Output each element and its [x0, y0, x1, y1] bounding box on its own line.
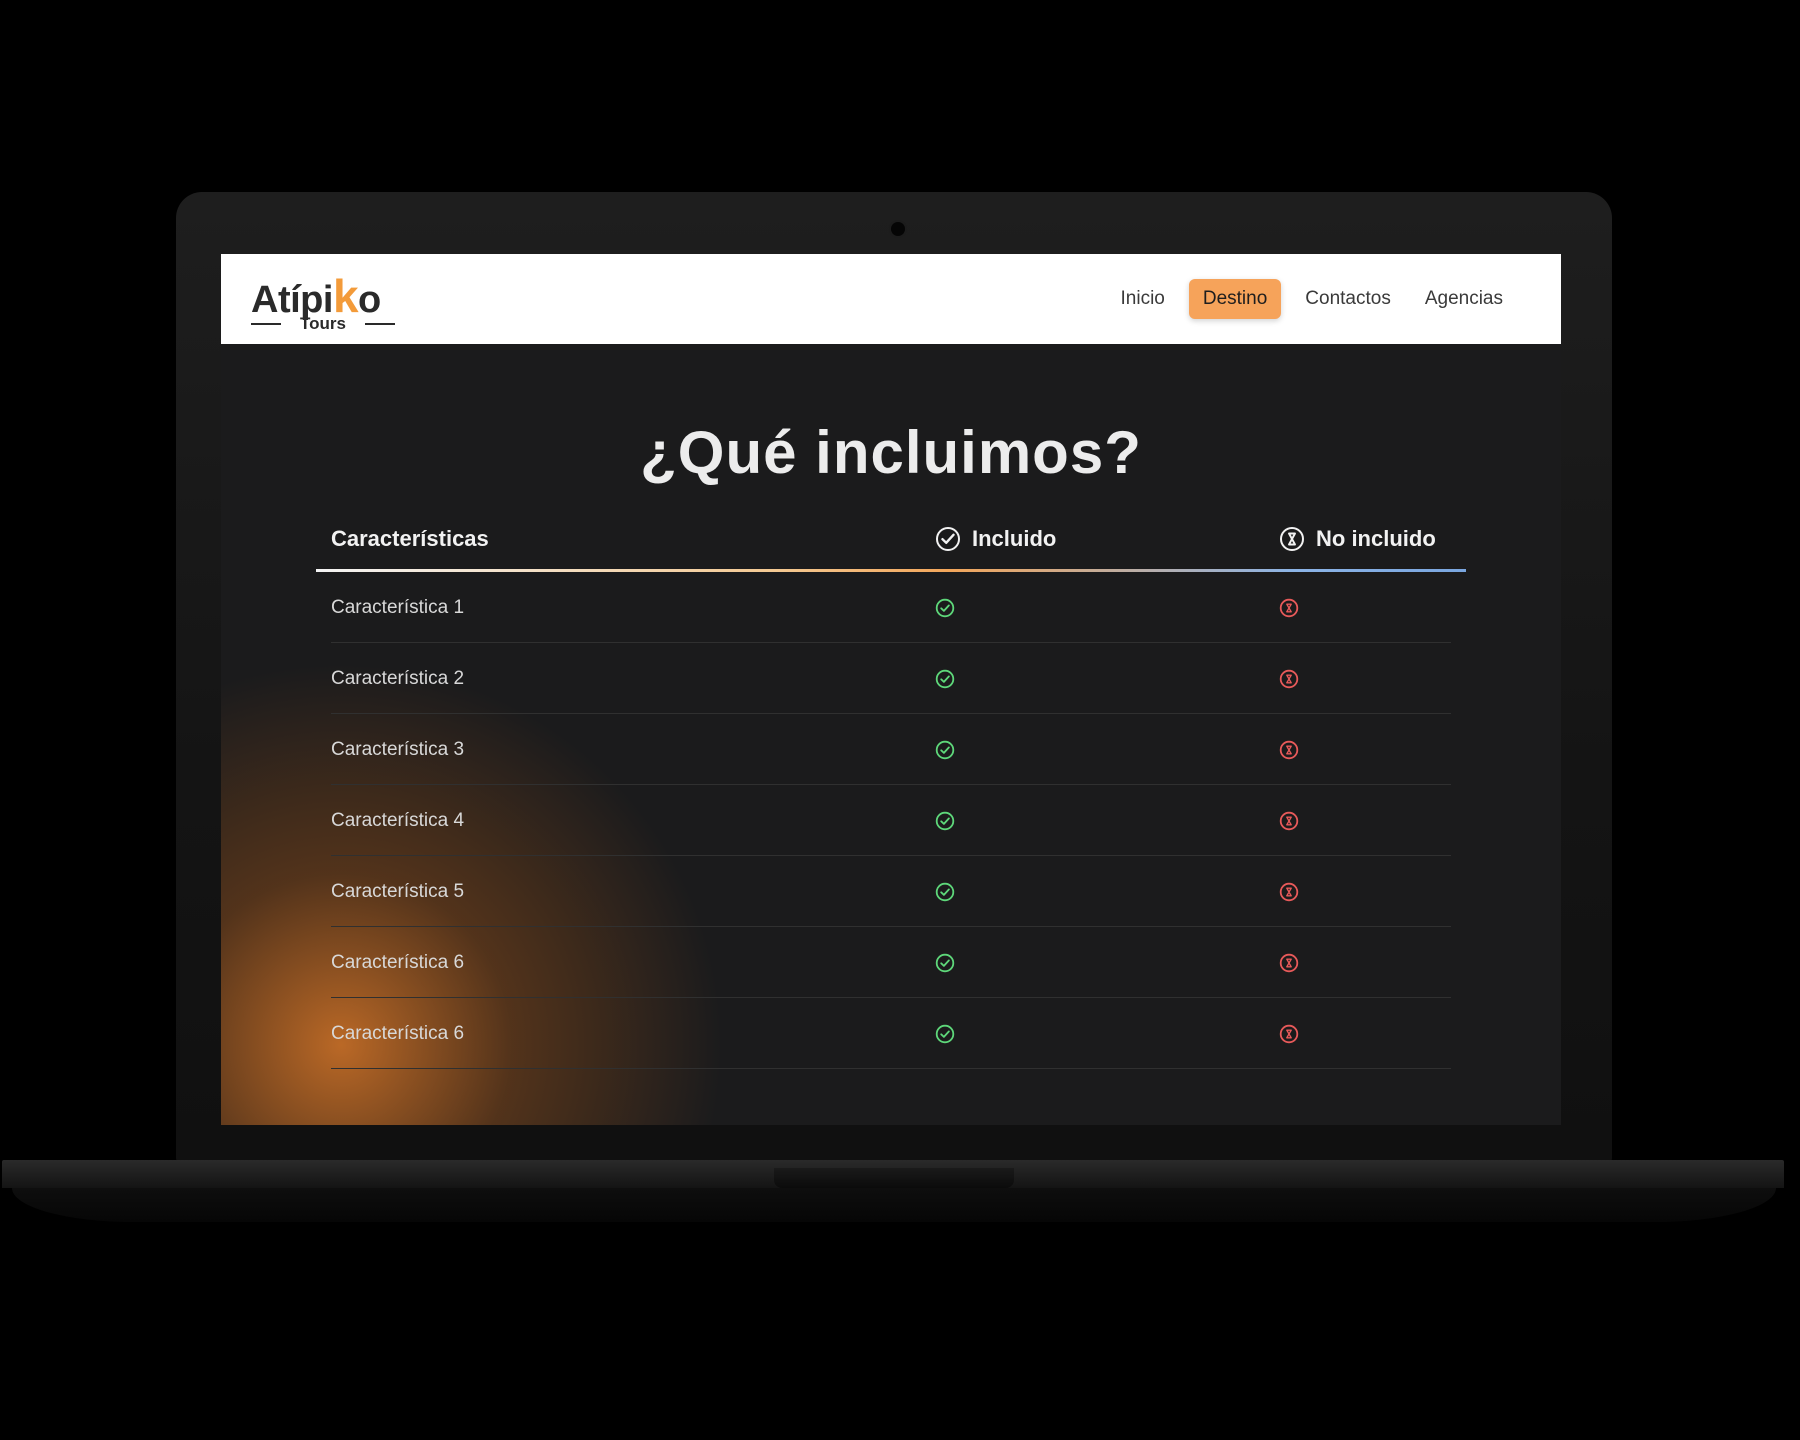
x-circle-icon: [1280, 527, 1304, 551]
check-circle-icon: [935, 882, 955, 902]
check-circle-icon: [935, 598, 955, 618]
browser-viewport: Atípiko Tours Inicio Destino Contactos Agen…: [221, 254, 1561, 1125]
column-header-not-included-label: No incluido: [1316, 526, 1436, 551]
feature-name: Característica 4: [331, 809, 465, 831]
feature-name: Característica 6: [331, 951, 465, 973]
x-circle-icon: [1279, 740, 1299, 760]
x-circle-icon: [1279, 669, 1299, 689]
nav-item-agencias[interactable]: Agencias: [1415, 279, 1513, 319]
brand-logo[interactable]: Atípiko Tours: [251, 272, 401, 334]
table-row: Característica 4: [316, 785, 1466, 856]
column-header-features: Características: [331, 524, 489, 554]
table-row: Característica 5: [316, 856, 1466, 927]
table-row: Característica 6: [316, 998, 1466, 1069]
table-row: Característica 6: [316, 927, 1466, 998]
column-header-features-label: Características: [331, 526, 489, 551]
check-circle-icon: [935, 1024, 955, 1044]
webcam-icon: [891, 222, 905, 236]
logo-rule-left: [251, 323, 281, 325]
page-title: ¿Qué incluimos?: [640, 419, 1142, 487]
feature-name: Característica 1: [331, 596, 465, 618]
logo-rule-right: [365, 323, 395, 325]
table-row: Característica 3: [316, 714, 1466, 785]
x-circle-icon: [1279, 811, 1299, 831]
x-circle-icon: [1279, 598, 1299, 618]
check-circle-icon: [935, 740, 955, 760]
logo-tagline: Tours: [300, 314, 346, 333]
check-circle-icon: [935, 953, 955, 973]
navbar: Atípiko Tours Inicio Destino Contactos Agen…: [221, 254, 1561, 344]
x-circle-icon: [1279, 1024, 1299, 1044]
feature-name: Característica 6: [331, 1022, 465, 1044]
column-header-not-included: No incluido: [1280, 524, 1436, 554]
nav-item-inicio[interactable]: Inicio: [1111, 279, 1175, 319]
table-header: Características Incluido No incluido: [316, 502, 1466, 572]
x-circle-icon: [1279, 953, 1299, 973]
feature-name: Característica 2: [331, 667, 465, 689]
check-circle-icon: [936, 527, 960, 551]
feature-name: Característica 5: [331, 880, 465, 902]
nav-item-destino[interactable]: Destino: [1188, 279, 1282, 319]
feature-name: Característica 3: [331, 738, 465, 760]
laptop-base-shadow: [12, 1188, 1776, 1222]
table-body: Característica 1 Característica 2 Caracter…: [316, 572, 1466, 1069]
main-nav: Inicio Destino Contactos Agencias: [1111, 278, 1514, 320]
x-circle-icon: [1279, 882, 1299, 902]
check-circle-icon: [935, 811, 955, 831]
column-header-included-label: Incluido: [972, 526, 1057, 551]
check-circle-icon: [935, 669, 955, 689]
logo-subline: Tours: [251, 314, 395, 334]
laptop-hinge-notch: [774, 1168, 1014, 1188]
features-table: Características Incluido No incluido Car…: [316, 502, 1466, 1069]
column-header-included: Incluido: [936, 524, 1056, 554]
table-row: Característica 1: [316, 572, 1466, 643]
table-row: Característica 2: [316, 643, 1466, 714]
nav-item-contactos[interactable]: Contactos: [1295, 279, 1401, 319]
